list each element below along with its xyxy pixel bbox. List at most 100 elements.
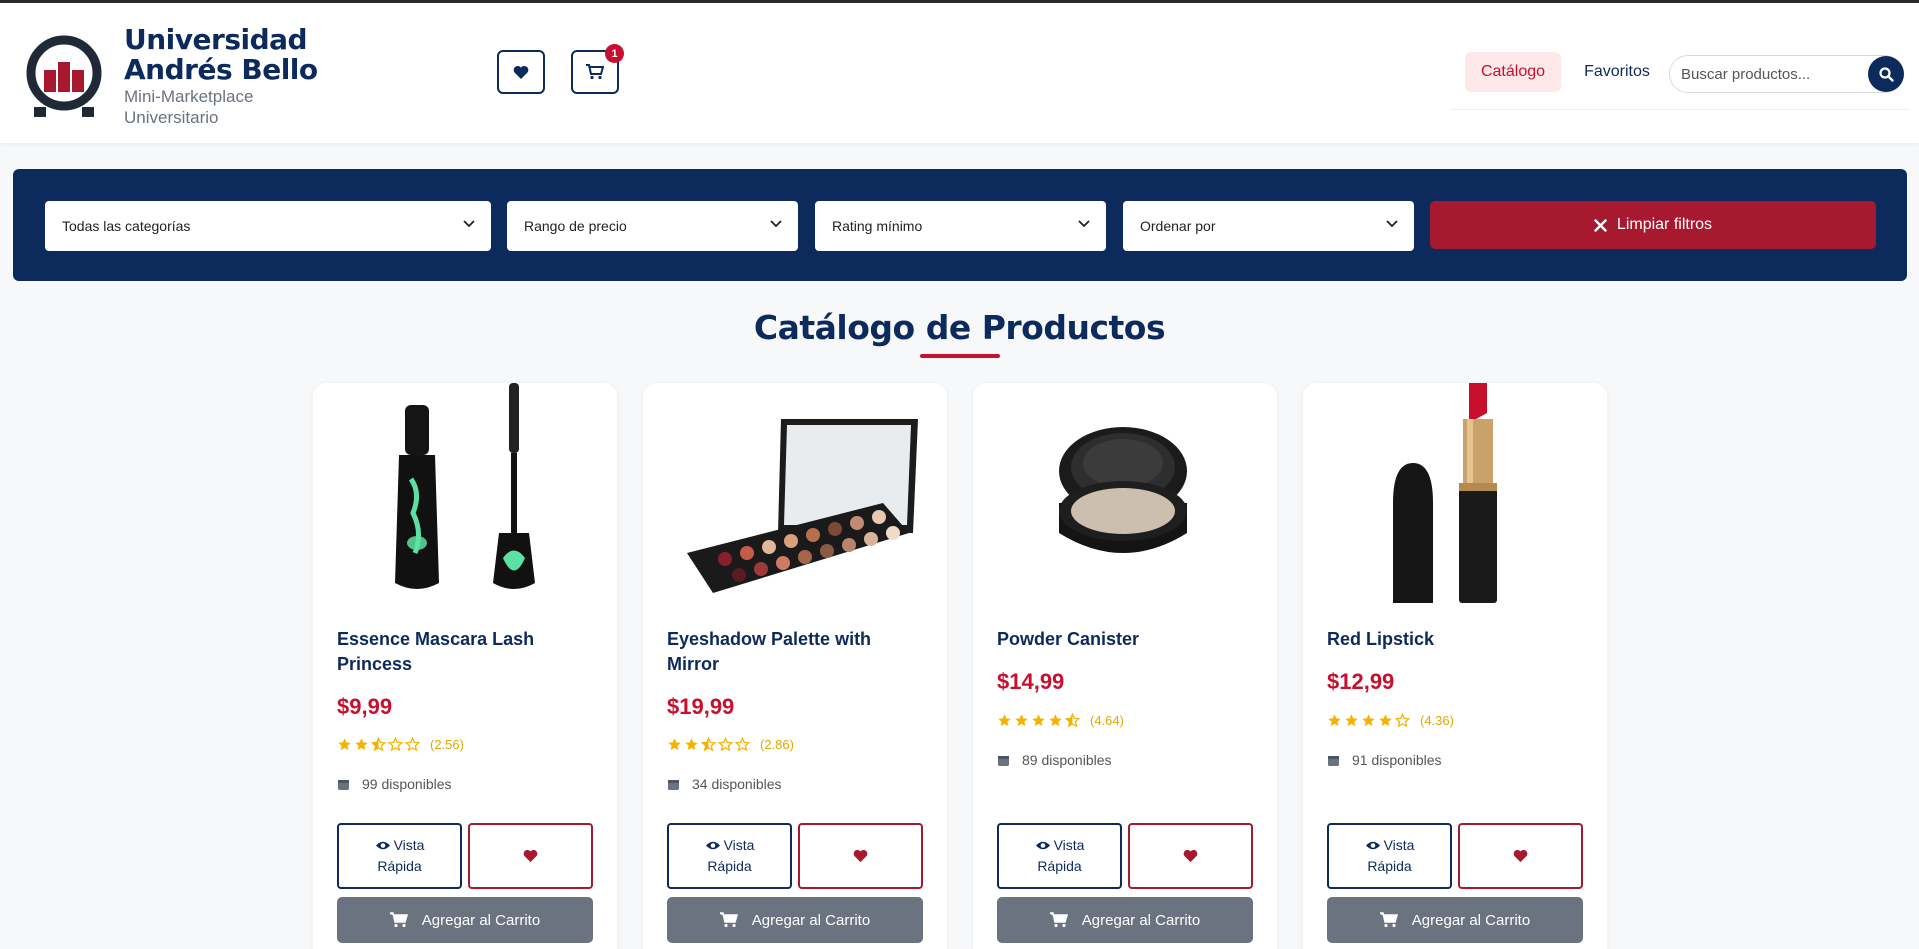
category-select[interactable]: Todas las categorías — [45, 201, 491, 251]
brand-subtitle-line2: Universitario — [124, 108, 219, 127]
star-half-icon — [701, 737, 716, 752]
rating-select[interactable]: Rating mínimo — [815, 201, 1106, 251]
product-name[interactable]: Powder Canister — [997, 627, 1257, 652]
cart-count-badge: 1 — [605, 44, 624, 63]
product-price: $19,99 — [667, 694, 735, 719]
product-rating: (2.56) — [337, 737, 464, 752]
page-title: Catálogo de Productos — [753, 308, 1166, 347]
add-to-cart-button[interactable]: Agregar al Carrito — [997, 897, 1253, 943]
quick-view-button[interactable]: Vista Rápida — [997, 823, 1122, 889]
add-to-cart-button[interactable]: Agregar al Carrito — [337, 897, 593, 943]
favorites-header-button[interactable] — [497, 50, 545, 94]
product-price: $9,99 — [337, 694, 393, 719]
star-full-icon — [1032, 714, 1045, 727]
add-to-cart-button[interactable]: Agregar al Carrito — [667, 897, 923, 943]
product-stock: 91 disponibles — [1327, 752, 1442, 768]
price-range-select-value: Rango de precio — [524, 218, 627, 234]
nav-favoritos[interactable]: Favoritos — [1577, 52, 1657, 92]
product-card: Eyeshadow Palette with Mirror $19,99 (2.… — [643, 383, 947, 949]
quick-view-line2: Rápida — [377, 858, 422, 874]
star-full-icon — [1345, 714, 1358, 727]
product-price: $14,99 — [997, 669, 1065, 694]
quick-view-line2: Rápida — [1367, 858, 1412, 874]
close-icon — [1594, 218, 1607, 232]
quick-view-line1: Vista — [669, 835, 790, 856]
quick-view-line1: Vista — [339, 835, 460, 856]
brand-subtitle: Mini-Marketplace Universitario — [124, 86, 253, 128]
eyeshadow-palette-image[interactable] — [643, 383, 947, 603]
eye-icon — [1035, 841, 1050, 850]
star-empty-icon — [405, 737, 420, 752]
clear-filters-button[interactable]: Limpiar filtros — [1430, 201, 1876, 249]
stock-label: 91 disponibles — [1352, 752, 1442, 768]
box-icon — [338, 779, 349, 790]
box-icon — [1328, 755, 1339, 766]
add-to-cart-label: Agregar al Carrito — [1411, 911, 1531, 929]
stock-label: 99 disponibles — [362, 776, 452, 792]
mascara-image[interactable] — [313, 383, 617, 603]
powder-compact-image[interactable] — [973, 383, 1277, 603]
heart-icon — [853, 849, 868, 863]
shopping-cart-icon — [389, 912, 408, 928]
quick-view-button[interactable]: Vista Rápida — [667, 823, 792, 889]
chevron-down-icon — [1386, 220, 1398, 228]
product-name[interactable]: Essence Mascara Lash Princess — [337, 627, 597, 677]
star-empty-icon — [718, 737, 733, 752]
eye-icon — [375, 841, 390, 850]
star-empty-icon — [388, 737, 403, 752]
university-logo-icon[interactable] — [24, 33, 104, 119]
heart-icon — [523, 849, 538, 863]
search-icon — [1878, 66, 1894, 82]
add-favorite-button[interactable] — [798, 823, 923, 889]
product-stock: 99 disponibles — [337, 776, 452, 792]
add-favorite-button[interactable] — [1458, 823, 1583, 889]
product-card: Powder Canister $14,99 (4.64) 89 disponi… — [973, 383, 1277, 949]
shopping-cart-icon — [719, 912, 738, 928]
rating-value: (2.86) — [760, 737, 794, 752]
quick-view-line2: Rápida — [707, 858, 752, 874]
stock-label: 89 disponibles — [1022, 752, 1112, 768]
product-stock: 89 disponibles — [997, 752, 1112, 768]
box-icon — [998, 755, 1009, 766]
star-empty-icon — [735, 737, 750, 752]
nav-divider — [1450, 109, 1910, 110]
rating-select-value: Rating mínimo — [832, 218, 923, 234]
title-underline — [920, 354, 1000, 358]
chevron-down-icon — [1078, 220, 1090, 228]
lipstick-image[interactable] — [1303, 383, 1607, 603]
star-full-icon — [1015, 714, 1028, 727]
box-icon — [668, 779, 679, 790]
star-full-icon — [355, 738, 368, 751]
product-rating: (2.86) — [667, 737, 794, 752]
product-name[interactable]: Eyeshadow Palette with Mirror — [667, 627, 927, 677]
add-favorite-button[interactable] — [468, 823, 593, 889]
product-stock: 34 disponibles — [667, 776, 782, 792]
quick-view-button[interactable]: Vista Rápida — [337, 823, 462, 889]
product-name[interactable]: Red Lipstick — [1327, 627, 1587, 652]
star-full-icon — [1362, 714, 1375, 727]
shopping-cart-icon — [1049, 912, 1068, 928]
add-to-cart-label: Agregar al Carrito — [1081, 911, 1201, 929]
nav-catalogo[interactable]: Catálogo — [1465, 52, 1561, 92]
star-full-icon — [685, 738, 698, 751]
heart-icon — [1513, 849, 1528, 863]
quick-view-line1: Vista — [999, 835, 1120, 856]
star-full-icon — [668, 738, 681, 751]
quick-view-line1: Vista — [1329, 835, 1450, 856]
heart-icon — [513, 65, 529, 79]
price-range-select[interactable]: Rango de precio — [507, 201, 798, 251]
order-select[interactable]: Ordenar por — [1123, 201, 1414, 251]
search-button[interactable] — [1868, 56, 1904, 92]
clear-filters-label: Limpiar filtros — [1616, 216, 1713, 233]
add-to-cart-label: Agregar al Carrito — [751, 911, 871, 929]
brand-subtitle-line1: Mini-Marketplace — [124, 87, 254, 106]
search-input[interactable] — [1681, 60, 1851, 88]
star-full-icon — [1049, 714, 1062, 727]
add-to-cart-button[interactable]: Agregar al Carrito — [1327, 897, 1583, 943]
order-select-value: Ordenar por — [1140, 218, 1216, 234]
quick-view-line2: Rápida — [1037, 858, 1082, 874]
add-favorite-button[interactable] — [1128, 823, 1253, 889]
product-card: Essence Mascara Lash Princess $9,99 (2.5… — [313, 383, 617, 949]
rating-value: (4.64) — [1090, 713, 1124, 728]
quick-view-button[interactable]: Vista Rápida — [1327, 823, 1452, 889]
